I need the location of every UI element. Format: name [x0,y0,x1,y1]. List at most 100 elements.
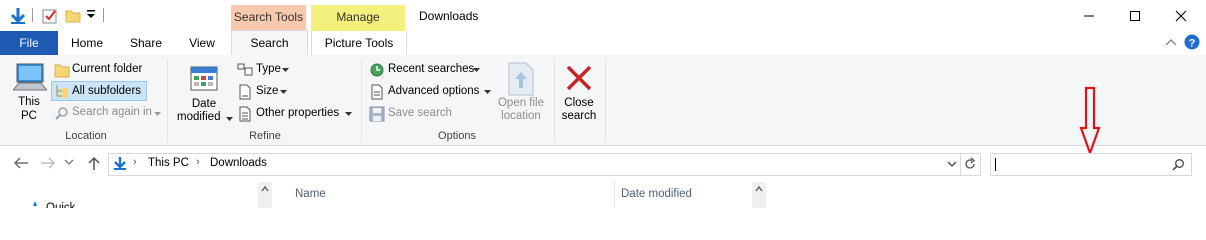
other-properties-label: Other properties [256,107,340,119]
search-again-in-button[interactable]: Search again in [51,103,163,123]
customize-dropdown-icon[interactable] [86,9,96,21]
open-file-location-label-line1: Open file [497,97,545,109]
breadcrumb-downloads[interactable]: Downloads [210,157,267,169]
save-icon [369,106,385,122]
type-icon [237,63,253,76]
subfolders-icon [56,85,68,98]
search-tools-context-header: Search Tools [231,5,306,31]
refine-group-label: Refine [249,130,281,142]
group-separator [554,60,555,142]
toolbar-divider [32,8,33,22]
chevron-down-icon [226,117,233,121]
options-group-label: Options [438,130,476,142]
close-search-button[interactable]: Close search [557,60,601,126]
size-label: Size [256,85,279,97]
help-icon[interactable]: ? [1184,34,1200,50]
scroll-up-chevron-icon[interactable] [755,186,763,192]
search-icon[interactable] [1172,158,1185,171]
content-area [0,178,1206,208]
date-modified-button[interactable]: Date modified [175,60,233,126]
open-file-location-label-line2: location [501,110,541,122]
properties-check-icon[interactable] [41,7,59,25]
recent-locations-chevron-icon[interactable] [64,159,74,167]
calendar-icon [190,66,218,91]
tab-file[interactable]: File [0,31,58,55]
this-pc-label-line1: This [18,96,40,108]
minimize-icon [1084,15,1094,16]
address-divider [960,154,961,175]
refresh-icon[interactable] [963,157,977,171]
column-divider[interactable] [614,182,615,208]
text-caret [995,158,996,171]
this-pc-button[interactable]: This PC [10,60,48,126]
recent-searches-label: Recent searches [388,63,475,75]
scroll-up-chevron-icon[interactable] [261,186,269,192]
close-icon [1175,10,1187,21]
tab-picture-tools[interactable]: Picture Tools [311,31,407,55]
other-properties-button[interactable]: Other properties [235,104,355,124]
download-arrow-icon[interactable] [8,6,28,26]
chevron-down-icon [282,68,289,72]
size-button[interactable]: Size [235,82,295,102]
column-header-name[interactable]: Name [295,188,326,200]
group-separator [605,60,606,142]
close-search-label-line2: search [561,110,597,122]
breadcrumb-separator: › [133,156,137,168]
open-file-location-icon [508,62,534,96]
minimize-button[interactable] [1066,0,1112,31]
address-dropdown-chevron-icon[interactable] [947,161,957,168]
up-arrow-icon[interactable] [86,155,102,171]
date-modified-label-line1: Date [191,98,217,110]
window-title: Downloads [419,9,479,23]
minimize-ribbon-icon[interactable] [1164,36,1178,48]
sidebar-item-quick-access[interactable]: Quick [46,200,75,208]
save-search-button[interactable]: Save search [367,104,457,124]
chevron-down-icon [484,90,491,94]
annotation-arrow-icon [1079,86,1101,156]
breadcrumb-this-pc[interactable]: This PC [148,157,189,169]
tab-search[interactable]: Search [231,30,308,56]
recent-searches-icon [370,63,384,77]
type-button[interactable]: Type [235,60,295,80]
advanced-options-button[interactable]: Advanced options [367,82,495,102]
close-search-label-line1: Close [564,97,594,109]
maximize-button[interactable] [1112,0,1158,31]
close-window-button[interactable] [1158,0,1204,31]
search-again-icon [55,107,68,120]
tab-home[interactable]: Home [62,31,112,55]
this-pc-label-line2: PC [21,110,37,122]
all-subfolders-button[interactable]: All subfolders [51,81,147,101]
svg-text:?: ? [1189,38,1196,50]
advanced-options-icon [371,84,383,100]
forward-arrow-icon[interactable] [39,155,57,171]
computer-icon [13,63,47,91]
chevron-down-icon [154,112,161,116]
manage-context-header: Manage [311,5,405,31]
maximize-icon [1130,10,1140,21]
current-folder-label: Current folder [72,63,143,75]
close-search-icon [566,65,592,91]
address-bar[interactable]: › This PC › Downloads [108,153,981,176]
breadcrumb-separator: › [196,156,200,168]
date-modified-label-line2: modified [177,111,221,123]
chevron-down-icon [345,112,352,116]
title-bar [0,0,1206,31]
chevron-down-icon [280,90,287,94]
group-separator [167,60,168,142]
current-folder-button[interactable]: Current folder [51,60,151,80]
save-search-label: Save search [388,107,452,119]
back-arrow-icon[interactable] [12,155,30,171]
properties-icon [239,106,251,122]
advanced-options-label: Advanced options [388,85,480,97]
folder-icon [54,64,70,78]
location-group-label: Location [65,130,107,142]
search-input[interactable] [990,153,1192,176]
new-folder-icon[interactable] [64,7,82,25]
recent-searches-button[interactable]: Recent searches [367,60,485,80]
open-file-location-button[interactable]: Open file location [494,60,548,126]
tab-view[interactable]: View [178,31,226,55]
type-label: Type [256,63,281,75]
column-header-date-modified[interactable]: Date modified [621,188,692,200]
tab-share[interactable]: Share [120,31,172,55]
quick-access-star-icon [33,201,37,206]
